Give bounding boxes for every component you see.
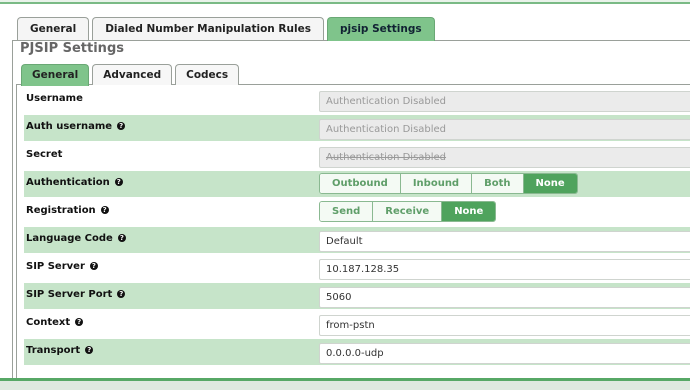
- sip-server-port-label: SIP Server Port?: [26, 289, 126, 300]
- secret-row: Secret Authentication Disabled: [24, 143, 690, 171]
- auth-username-label: Auth username?: [26, 121, 126, 132]
- username-row: Username Authentication Disabled: [24, 87, 690, 115]
- section-title: PJSIP Settings: [20, 41, 124, 56]
- authentication-toggle-group: Outbound Inbound Both None: [319, 173, 578, 194]
- bottom-border: [0, 378, 690, 390]
- tab-pjsip-settings[interactable]: pjsip Settings: [326, 17, 435, 41]
- tab-general[interactable]: General: [17, 17, 90, 40]
- context-row: Context? from-pstn: [24, 311, 690, 339]
- sip-server-label: SIP Server?: [26, 261, 98, 272]
- transport-label: Transport?: [26, 345, 94, 356]
- transport-select[interactable]: 0.0.0.0-udp: [319, 343, 690, 364]
- top-border: [0, 0, 690, 4]
- authentication-outbound-button[interactable]: Outbound: [320, 174, 401, 193]
- sip-server-port-row: SIP Server Port? 5060: [24, 283, 690, 311]
- sip-server-row: SIP Server? 10.187.128.35: [24, 255, 690, 283]
- auth-username-field[interactable]: Authentication Disabled: [319, 119, 690, 140]
- tab-dialed-number-manipulation-rules[interactable]: Dialed Number Manipulation Rules: [92, 17, 324, 40]
- username-field[interactable]: Authentication Disabled: [319, 91, 690, 112]
- settings-form: Username Authentication Disabled Auth us…: [24, 87, 690, 367]
- registration-none-button[interactable]: None: [442, 202, 496, 221]
- main-tab-bar: General Dialed Number Manipulation Rules…: [17, 17, 438, 41]
- sip-server-field[interactable]: 10.187.128.35: [319, 259, 690, 280]
- help-icon[interactable]: ?: [85, 346, 94, 354]
- secret-label: Secret: [26, 149, 63, 160]
- subtab-advanced[interactable]: Advanced: [92, 64, 173, 85]
- sub-tab-bar: General Advanced Codecs: [21, 64, 242, 86]
- registration-label: Registration?: [26, 205, 109, 216]
- registration-receive-button[interactable]: Receive: [373, 202, 443, 221]
- secret-field[interactable]: Authentication Disabled: [319, 147, 690, 168]
- registration-toggle-group: Send Receive None: [319, 201, 497, 222]
- authentication-row: Authentication? Outbound Inbound Both No…: [24, 171, 690, 199]
- authentication-both-button[interactable]: Both: [472, 174, 524, 193]
- transport-row: Transport? 0.0.0.0-udp: [24, 339, 690, 367]
- help-icon[interactable]: ?: [114, 178, 123, 186]
- registration-send-button[interactable]: Send: [320, 202, 374, 221]
- context-label: Context?: [26, 317, 84, 328]
- username-label: Username: [26, 93, 83, 104]
- auth-username-row: Auth username? Authentication Disabled: [24, 115, 690, 143]
- language-code-label: Language Code?: [26, 233, 126, 244]
- registration-row: Registration? Send Receive None: [24, 199, 690, 227]
- help-icon[interactable]: ?: [117, 122, 126, 130]
- authentication-label: Authentication?: [26, 177, 123, 188]
- help-icon[interactable]: ?: [100, 206, 109, 214]
- authentication-inbound-button[interactable]: Inbound: [400, 174, 473, 193]
- sip-server-port-field[interactable]: 5060: [319, 287, 690, 308]
- context-field[interactable]: from-pstn: [319, 315, 690, 336]
- help-icon[interactable]: ?: [117, 290, 126, 298]
- subtab-general[interactable]: General: [21, 64, 90, 86]
- language-code-row: Language Code? Default: [24, 227, 690, 255]
- help-icon[interactable]: ?: [75, 318, 84, 326]
- help-icon[interactable]: ?: [89, 262, 98, 270]
- help-icon[interactable]: ?: [117, 234, 126, 242]
- language-code-select[interactable]: Default: [319, 231, 690, 252]
- authentication-none-button[interactable]: None: [523, 174, 577, 193]
- subtab-codecs[interactable]: Codecs: [175, 64, 240, 85]
